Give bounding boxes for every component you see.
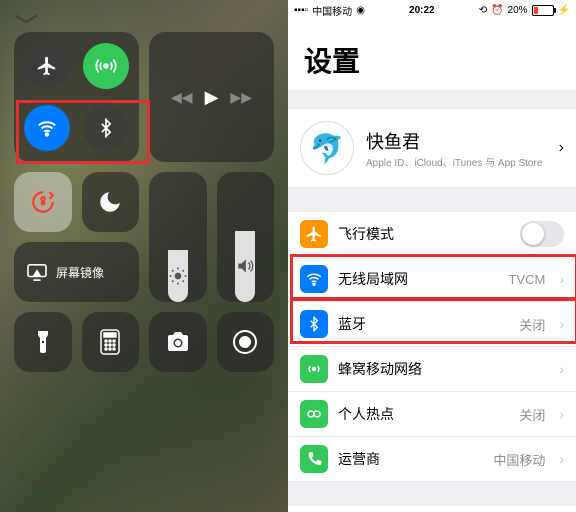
cell-label: 蜂窝移动网络 [338,359,545,379]
chevron-right-icon: › [559,139,564,157]
wifi-cell[interactable]: 无线局域网 TVCM › [288,257,576,302]
cell-label: 个人热点 [338,404,509,424]
calculator-tile[interactable] [82,312,140,372]
rotation-lock-tile[interactable] [14,172,72,232]
rotation-lock-icon: ⟲ [479,5,487,16]
battery-pct: 20% [508,5,528,16]
hotspot-cell[interactable]: 个人热点 关闭 › [288,392,576,437]
flashlight-tile[interactable] [14,312,72,372]
wifi-icon [300,265,328,293]
cellular-icon [300,355,328,383]
dnd-tile[interactable] [82,172,140,232]
cellular-cell[interactable]: 蜂窝移动网络 › [288,347,576,392]
airplane-mode-cell[interactable]: 飞行模式 [288,212,576,257]
notifications-cell[interactable]: 通知 › [288,506,576,512]
avatar: 🐬 [300,121,354,175]
camera-tile[interactable] [149,312,207,372]
settings-screen: ▪▪▪▫ 中国移动 ◉ 20:22 ⟲ ⏰ 20% ⚡ 设置 🐬 快鱼君 Apple ID… [288,0,576,512]
chevron-right-icon: › [559,316,564,332]
chevron-right-icon: › [559,406,564,422]
time-label: 20:22 [409,5,435,16]
screen-mirror-tile[interactable]: 屏幕镜像 [14,242,139,302]
cell-label: 飞行模式 [338,224,510,244]
battery-icon [532,5,554,16]
cell-label: 蓝牙 [338,314,509,334]
phone-icon [300,445,328,473]
next-icon[interactable]: ▶▶ [230,89,252,106]
status-bar: ▪▪▪▫ 中国移动 ◉ 20:22 ⟲ ⏰ 20% ⚡ [288,0,576,20]
cell-label: 无线局域网 [338,269,498,289]
volume-slider[interactable] [217,172,275,302]
airplane-switch[interactable] [520,221,564,247]
airplane-icon [300,220,328,248]
page-title: 设置 [288,20,576,90]
wifi-toggle[interactable] [24,105,70,151]
bluetooth-toggle[interactable] [83,105,129,151]
signal-icon: ▪▪▪▫ [294,5,308,16]
cell-label: 运营商 [338,449,483,469]
cellular-toggle[interactable] [83,43,129,89]
bluetooth-cell[interactable]: 蓝牙 关闭 › [288,302,576,347]
cell-value: 关闭 [519,405,545,424]
alarm-icon: ⏰ [491,5,503,16]
grabber-icon[interactable] [14,14,274,24]
chevron-right-icon: › [559,451,564,467]
cell-value: 中国移动 [493,450,545,469]
hotspot-icon [300,400,328,428]
profile-name: 快鱼君 [366,128,547,154]
wifi-icon: ◉ [356,5,365,16]
play-icon[interactable]: ▶ [205,87,219,108]
control-center-panel: ◀◀ ▶ ▶▶ 屏幕镜像 [0,0,288,512]
chevron-right-icon: › [559,361,564,377]
screen-mirror-label: 屏幕镜像 [56,264,104,281]
chevron-right-icon: › [559,271,564,287]
charging-icon: ⚡ [558,5,570,16]
media-tile[interactable]: ◀◀ ▶ ▶▶ [149,32,274,162]
connectivity-tile[interactable] [14,32,139,162]
bluetooth-icon [300,310,328,338]
brightness-slider[interactable] [149,172,207,302]
prev-icon[interactable]: ◀◀ [171,89,193,106]
apple-id-cell[interactable]: 🐬 快鱼君 Apple ID、iCloud、iTunes 与 App Store… [288,108,576,188]
cell-value: 关闭 [519,315,545,334]
carrier-label: 中国移动 [312,3,352,18]
profile-sub: Apple ID、iCloud、iTunes 与 App Store [366,154,547,169]
cell-value: TVCM [508,272,545,287]
carrier-cell[interactable]: 运营商 中国移动 › [288,437,576,482]
airplane-toggle[interactable] [24,43,70,89]
screen-record-tile[interactable] [217,312,275,372]
